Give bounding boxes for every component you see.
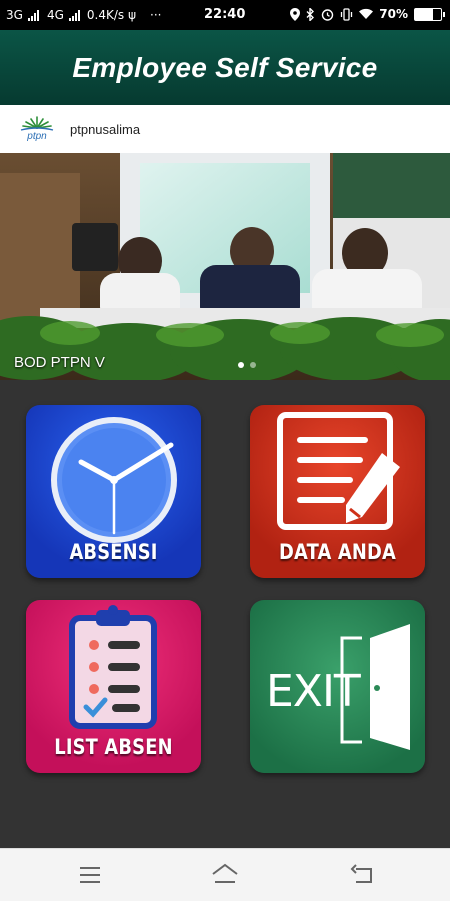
carousel-dot[interactable] [238,362,244,368]
network-speed: 0.4K/s [86,8,125,22]
banner-caption: BOD PTPN V [14,354,105,371]
data-anda-button[interactable]: DATA ANDA [250,405,425,578]
location-icon [290,7,301,21]
menu-icon[interactable] [75,861,105,889]
list-absen-label: LIST ABSEN [54,735,173,759]
status-left: 3G 4G 0.4K/s ψ ··· [6,8,162,22]
system-nav-bar [0,848,450,901]
network-type-2: 4G [46,8,64,22]
brand-strip: ptpn ptpnusalima [0,105,450,153]
status-right: 70% [290,7,445,21]
status-bar: 3G 4G 0.4K/s ψ ··· 22:40 70% [0,0,450,30]
carousel-indicator [238,362,256,368]
list-absen-button[interactable]: LIST ABSEN [26,600,201,773]
wifi-icon [359,8,374,19]
logo-text: ptpn [26,131,47,142]
banner-carousel[interactable]: BOD PTPN V [0,153,450,380]
exit-button[interactable]: EXIT [250,600,425,773]
absensi-label: ABSENSI [69,540,158,564]
app-title: Employee Self Service [72,51,378,83]
app-bar: Employee Self Service [0,30,450,105]
carousel-dot[interactable] [250,362,256,368]
data-anda-label: DATA ANDA [279,540,396,564]
brand-name: ptpnusalima [70,121,141,137]
signal-icon [27,9,39,21]
vibrate-icon [341,7,353,21]
home-icon[interactable] [210,861,240,889]
battery-icon [414,7,445,21]
usb-icon: ψ [128,8,137,22]
more-notifications: ··· [150,8,162,22]
exit-label: EXIT [266,666,361,717]
back-icon[interactable] [347,861,377,889]
alarm-icon [322,8,334,21]
ptpn-logo: ptpn [20,116,54,142]
menu-grid: ABSENSI DATA ANDA LIST ABSEN EXIT [0,380,450,848]
bluetooth-icon [306,7,315,21]
network-type-1: 3G [6,8,23,22]
battery-percent: 70% [379,7,408,21]
signal-icon [68,9,80,21]
absensi-button[interactable]: ABSENSI [26,405,201,578]
banner-photo [0,153,450,380]
clock-time: 22:40 [204,7,246,22]
